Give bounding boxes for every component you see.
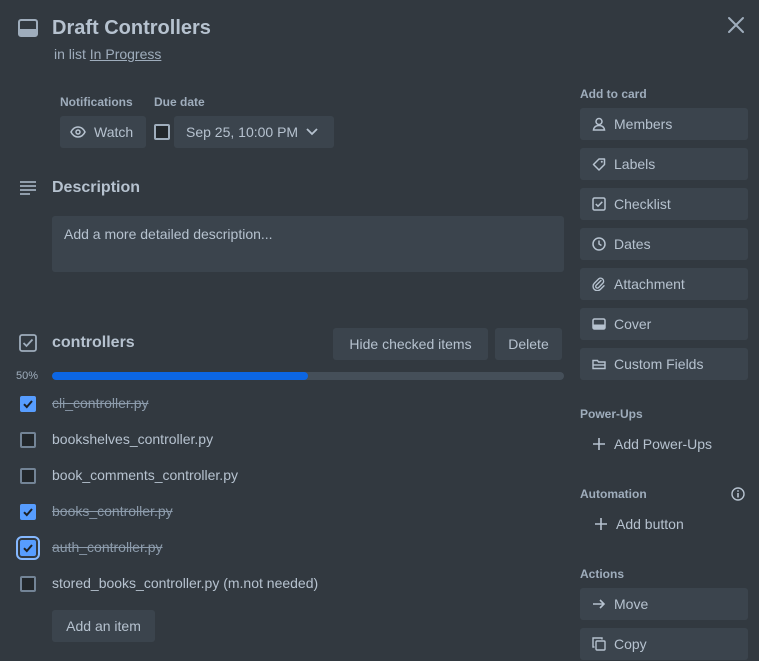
- checklist-item-text[interactable]: stored_books_controller.py (m.not needed…: [52, 575, 318, 591]
- copy-button[interactable]: Copy: [580, 628, 748, 660]
- eye-icon: [70, 126, 86, 138]
- automation-label: Automation: [580, 487, 647, 501]
- attachment-button[interactable]: Attachment: [580, 268, 748, 300]
- checklist-icon: [592, 197, 606, 211]
- arrow-right-icon: [593, 599, 606, 609]
- list-link[interactable]: In Progress: [90, 46, 162, 62]
- close-icon[interactable]: [727, 16, 745, 34]
- checklist-item: books_controller.py: [0, 494, 580, 530]
- add-power-ups-button[interactable]: Add Power-Ups: [580, 428, 748, 460]
- move-button[interactable]: Move: [580, 588, 748, 620]
- checklist-item-checkbox[interactable]: [20, 468, 36, 484]
- list-breadcrumb: in list In Progress: [54, 46, 161, 62]
- checklist-item: cli_controller.py: [0, 386, 580, 422]
- copy-icon: [592, 637, 606, 651]
- progress-bar: [52, 372, 564, 380]
- checklist-item-text[interactable]: books_controller.py: [52, 503, 173, 519]
- checklist-item: auth_controller.py: [0, 530, 580, 566]
- power-ups-label: Power-Ups: [580, 407, 643, 421]
- labels-button[interactable]: Labels: [580, 148, 748, 180]
- add-to-card-label: Add to card: [580, 87, 647, 101]
- members-label: Members: [614, 116, 673, 132]
- checklist-title[interactable]: controllers: [52, 334, 135, 352]
- due-date-value: Sep 25, 10:00 PM: [186, 124, 299, 140]
- cover-button[interactable]: Cover: [580, 308, 748, 340]
- checklist-item-checkbox[interactable]: [20, 576, 36, 592]
- watch-button[interactable]: Watch: [60, 116, 146, 148]
- checklist-item-text[interactable]: auth_controller.py: [52, 539, 163, 555]
- custom-fields-button[interactable]: Custom Fields: [580, 348, 748, 380]
- card-icon: [18, 19, 38, 37]
- clock-icon: [592, 237, 606, 251]
- due-date-button[interactable]: Sep 25, 10:00 PM: [174, 116, 334, 148]
- description-icon: [19, 180, 37, 196]
- checklist-item-text[interactable]: bookshelves_controller.py: [52, 431, 213, 447]
- card-title[interactable]: Draft Controllers: [52, 17, 211, 40]
- checklist-label: Checklist: [614, 196, 671, 212]
- plus-icon: [593, 438, 605, 450]
- tag-icon: [592, 158, 606, 171]
- checklist-item: book_comments_controller.py: [0, 458, 580, 494]
- delete-checklist-button[interactable]: Delete: [495, 328, 562, 360]
- copy-label: Copy: [614, 636, 647, 652]
- paperclip-icon: [592, 277, 605, 291]
- progress-percent: 50%: [16, 370, 39, 382]
- dates-button[interactable]: Dates: [580, 228, 748, 260]
- attachment-label: Attachment: [614, 276, 685, 292]
- due-date-label: Due date: [154, 95, 205, 109]
- checklist-icon: [19, 334, 37, 352]
- due-date-checkbox[interactable]: [154, 124, 170, 140]
- info-icon[interactable]: [731, 487, 745, 501]
- notifications-label: Notifications: [60, 95, 133, 109]
- checklist-item-checkbox[interactable]: [20, 432, 36, 448]
- person-icon: [592, 117, 606, 131]
- progress-fill: [52, 372, 308, 380]
- checklist-button[interactable]: Checklist: [580, 188, 748, 220]
- cover-label: Cover: [614, 316, 652, 332]
- checklist-item-checkbox[interactable]: [20, 396, 36, 412]
- checklist-item-text[interactable]: cli_controller.py: [52, 395, 149, 411]
- checklist-item-checkbox[interactable]: [20, 504, 36, 520]
- dates-label: Dates: [614, 236, 651, 252]
- in-list-prefix: in list: [54, 46, 86, 62]
- labels-label: Labels: [614, 156, 656, 172]
- hide-checked-items-button[interactable]: Hide checked items: [333, 328, 488, 360]
- members-button[interactable]: Members: [580, 108, 748, 140]
- add-power-ups-label: Add Power-Ups: [614, 436, 713, 452]
- description-title: Description: [52, 179, 141, 196]
- add-button-button[interactable]: Add button: [580, 508, 748, 540]
- move-label: Move: [614, 596, 649, 612]
- checklist-item-checkbox[interactable]: [16, 536, 40, 560]
- cover-icon: [592, 318, 606, 330]
- checklist-item-text[interactable]: book_comments_controller.py: [52, 467, 238, 483]
- add-button-label: Add button: [616, 516, 684, 532]
- add-item-button[interactable]: Add an item: [52, 610, 155, 642]
- description-input[interactable]: Add a more detailed description...: [52, 216, 564, 272]
- checklist-item: stored_books_controller.py (m.not needed…: [0, 566, 580, 602]
- chevron-down-icon: [306, 128, 318, 136]
- watch-label: Watch: [94, 124, 134, 140]
- checklist-item: bookshelves_controller.py: [0, 422, 580, 458]
- custom-fields-label: Custom Fields: [614, 356, 704, 372]
- plus-icon: [595, 518, 607, 530]
- actions-label: Actions: [580, 567, 625, 581]
- custom-fields-icon: [592, 359, 606, 370]
